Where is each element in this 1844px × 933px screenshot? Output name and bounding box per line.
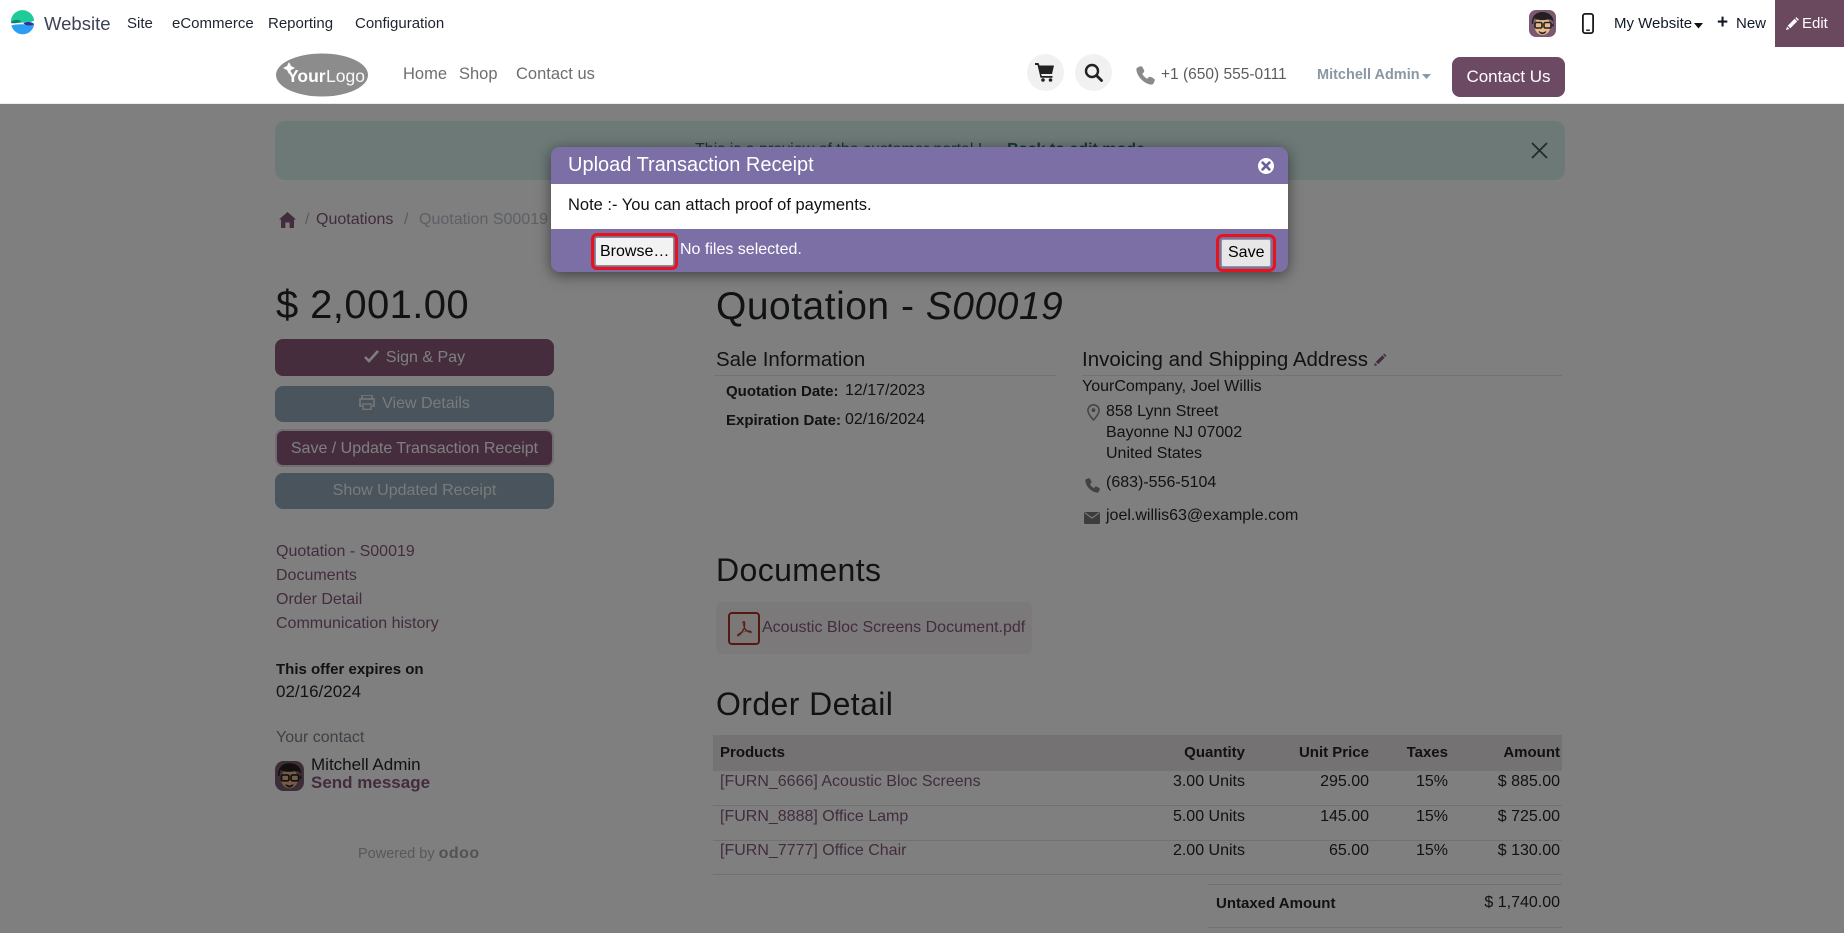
svg-text:Logo: Logo xyxy=(326,66,365,86)
